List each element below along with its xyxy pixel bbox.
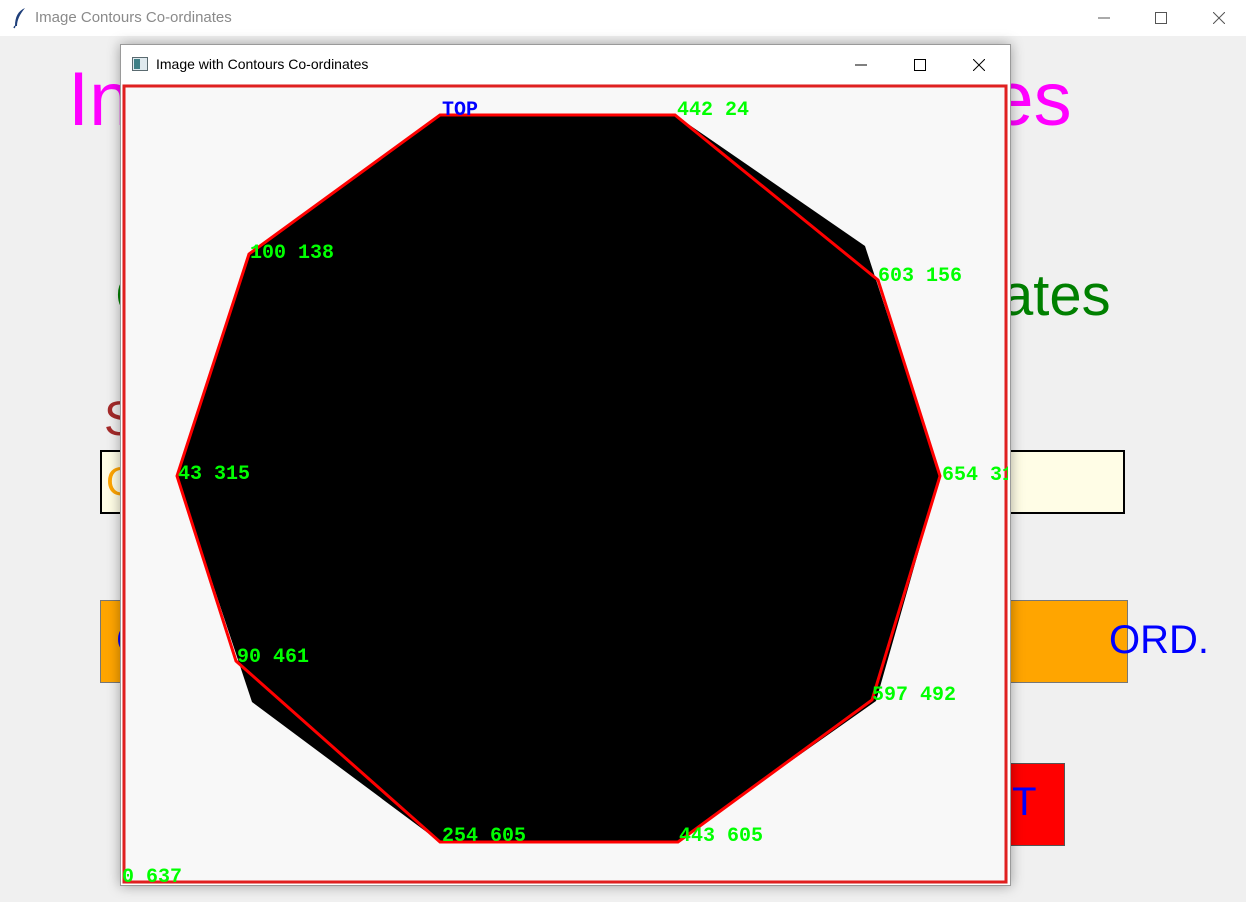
get-coordinates-label-right: ORD. — [1109, 618, 1209, 662]
popup-title: Image with Contours Co-ordinates — [156, 56, 369, 72]
coord-label: 597 492 — [872, 684, 956, 707]
minimize-icon — [855, 64, 867, 65]
popup-titlebar: Image with Contours Co-ordinates — [121, 45, 1010, 84]
main-window-title: Image Contours Co-ordinates — [35, 9, 232, 26]
popup-minimize-button[interactable] — [832, 45, 890, 84]
maximize-icon — [914, 58, 926, 71]
close-button[interactable] — [1190, 0, 1246, 36]
coord-label: 443 605 — [679, 825, 763, 848]
coord-label: 90 461 — [237, 646, 309, 669]
close-icon — [973, 58, 985, 71]
main-titlebar: Image Contours Co-ordinates — [0, 0, 1246, 36]
maximize-icon — [1155, 12, 1167, 24]
minimize-button[interactable] — [1075, 0, 1133, 36]
contours-popup-window: Image with Contours Co-ordinates TOP 442… — [120, 44, 1014, 889]
coord-label: 603 156 — [878, 265, 962, 288]
popup-maximize-button[interactable] — [891, 45, 949, 84]
maximize-button[interactable] — [1132, 0, 1190, 36]
close-icon — [1213, 12, 1225, 24]
feather-icon — [13, 8, 25, 29]
contour-image: TOP 442 24 100 138 603 156 43 315 654 31… — [122, 84, 1014, 889]
image-window-icon — [132, 57, 148, 71]
coord-label: 654 31 — [942, 464, 1008, 487]
coord-label: 43 315 — [178, 463, 250, 486]
popup-close-button[interactable] — [950, 45, 1008, 84]
sub-heading-right: ates — [1001, 263, 1111, 328]
coord-label: 442 24 — [677, 99, 749, 122]
coord-label: 254 605 — [442, 825, 526, 848]
coord-label: 0 637 — [122, 866, 182, 884]
contour-image-canvas: TOP 442 24 100 138 603 156 43 315 654 31… — [122, 84, 1014, 889]
coord-label: 100 138 — [250, 242, 334, 265]
top-label: TOP — [442, 99, 478, 122]
minimize-icon — [1098, 17, 1110, 19]
